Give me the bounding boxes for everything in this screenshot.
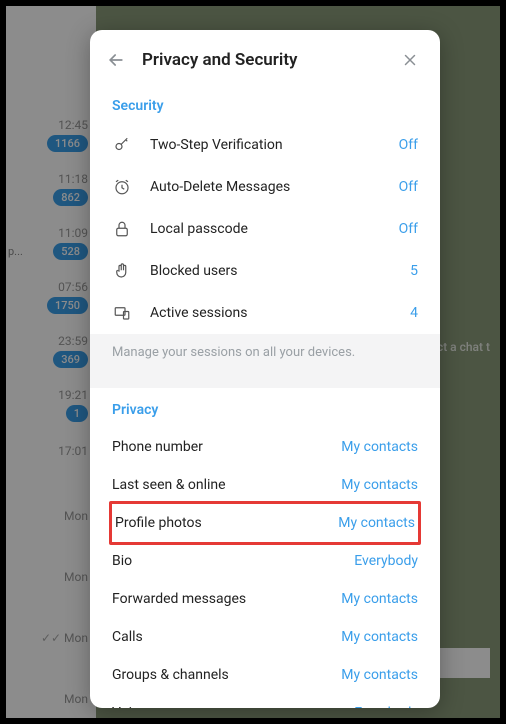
row-label: Voice messages	[112, 705, 340, 708]
chat-time: Mon	[10, 570, 88, 584]
row-auto-delete[interactable]: Auto-Delete Messages Off	[90, 166, 440, 208]
chat-time: 17:01	[10, 444, 88, 458]
row-blocked-users[interactable]: Blocked users 5	[90, 250, 440, 292]
row-value-text: Everybody	[354, 705, 418, 708]
row-active-sessions[interactable]: Active sessions 4	[90, 292, 440, 334]
close-icon	[401, 51, 419, 69]
row-value: My contacts	[341, 629, 418, 645]
row-label: Local passcode	[150, 221, 399, 237]
back-button[interactable]	[104, 48, 128, 72]
row-forwarded[interactable]: Forwarded messages My contacts	[90, 580, 440, 618]
row-value: My contacts	[341, 667, 418, 683]
unread-badge: 1	[66, 405, 88, 422]
hand-icon	[112, 261, 132, 281]
chat-item[interactable]: Mon	[6, 625, 96, 650]
row-label: Active sessions	[150, 305, 410, 321]
arrow-left-icon	[106, 50, 126, 70]
close-button[interactable]	[398, 48, 422, 72]
privacy-security-modal: Privacy and Security Security Two-Step V…	[90, 30, 440, 708]
chat-item[interactable]: 11:18 862	[6, 166, 96, 208]
chat-item[interactable]: Mon	[6, 564, 96, 589]
row-bio[interactable]: Bio Everybody	[90, 542, 440, 580]
section-title-privacy: Privacy	[90, 388, 440, 428]
row-voice-messages[interactable]: Voice messages Everybody	[90, 694, 440, 708]
row-value: My contacts	[341, 477, 418, 493]
chat-time: Mon	[10, 631, 88, 645]
lock-mini-icon	[340, 707, 350, 708]
row-two-step-verification[interactable]: Two-Step Verification Off	[90, 124, 440, 166]
row-value: Off	[399, 221, 418, 237]
row-local-passcode[interactable]: Local passcode Off	[90, 208, 440, 250]
row-label: Last seen & online	[112, 477, 341, 493]
row-profile-photos[interactable]: Profile photos My contacts	[112, 504, 418, 542]
row-label: Auto-Delete Messages	[150, 179, 399, 195]
row-value: Off	[399, 137, 418, 153]
row-value: My contacts	[341, 591, 418, 607]
unread-badge: 528	[53, 243, 88, 260]
chat-time: 23:59	[10, 334, 88, 348]
unread-badge: 1750	[47, 297, 88, 314]
chat-time: Mon	[10, 509, 88, 523]
devices-icon	[112, 303, 132, 323]
chat-time: 11:18	[10, 172, 88, 186]
chat-time: 12:45	[10, 118, 88, 132]
timer-icon	[112, 177, 132, 197]
white-patch	[434, 648, 490, 678]
chat-item[interactable]: 17:01	[6, 438, 96, 463]
highlight-profile-photos: Profile photos My contacts	[109, 501, 421, 545]
row-value: Off	[399, 179, 418, 195]
row-label: Two-Step Verification	[150, 137, 399, 153]
row-label: Forwarded messages	[112, 591, 341, 607]
lock-icon	[112, 219, 132, 239]
chat-time: 07:56	[10, 280, 88, 294]
key-icon	[112, 135, 132, 155]
sessions-hint: Manage your sessions on all your devices…	[90, 334, 440, 388]
row-value: My contacts	[341, 439, 418, 455]
unread-badge: 862	[53, 189, 88, 206]
chat-item[interactable]: Mon	[6, 686, 96, 711]
chat-item[interactable]: Mon	[6, 503, 96, 528]
row-value: My contacts	[338, 515, 415, 531]
chat-time: 11:09	[10, 226, 88, 240]
row-value: Everybody	[354, 553, 418, 569]
modal-header: Privacy and Security	[90, 30, 440, 84]
modal-title: Privacy and Security	[142, 50, 398, 70]
unread-badge: 1166	[47, 135, 88, 152]
chat-sidebar: 12:45 1166 11:18 862 11:09 p... 528 07:5…	[6, 6, 96, 718]
chat-item[interactable]: 07:56 1750	[6, 274, 96, 316]
chat-time: Mon	[10, 692, 88, 706]
row-label: Blocked users	[150, 263, 410, 279]
modal-body[interactable]: Security Two-Step Verification Off Auto-…	[90, 84, 440, 708]
chat-item[interactable]: 12:45 1166	[6, 112, 96, 154]
row-groups[interactable]: Groups & channels My contacts	[90, 656, 440, 694]
row-label: Bio	[112, 553, 354, 569]
chat-item[interactable]: 23:59 369	[6, 328, 96, 370]
row-phone-number[interactable]: Phone number My contacts	[90, 428, 440, 466]
row-value: 5	[410, 263, 418, 279]
row-calls[interactable]: Calls My contacts	[90, 618, 440, 656]
chat-item[interactable]: 11:09 p... 528	[6, 220, 96, 262]
row-value: 4	[410, 305, 418, 321]
row-value: Everybody	[340, 705, 418, 708]
section-title-security: Security	[90, 84, 440, 124]
row-label: Profile photos	[115, 515, 338, 531]
row-last-seen[interactable]: Last seen & online My contacts	[90, 466, 440, 504]
unread-badge: 369	[53, 351, 88, 368]
row-label: Phone number	[112, 439, 341, 455]
row-label: Calls	[112, 629, 341, 645]
row-label: Groups & channels	[112, 667, 341, 683]
chat-item[interactable]: 19:21 1	[6, 382, 96, 424]
chat-time: 19:21	[10, 388, 88, 402]
chat-prefix: p...	[8, 245, 23, 258]
